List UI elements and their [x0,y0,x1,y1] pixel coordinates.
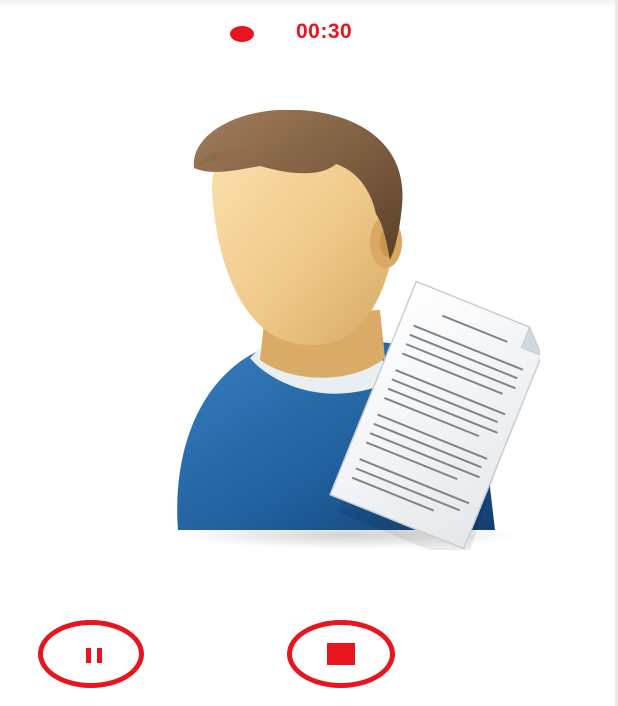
pause-bar-left [86,648,91,663]
recording-timer: 00:30 [296,20,353,43]
window-top-edge [0,0,618,8]
pause-bar-right [97,648,102,663]
stop-icon [327,643,355,665]
pause-button[interactable] [38,620,144,688]
stop-button[interactable] [287,620,395,688]
record-dot-icon [230,26,254,42]
user-with-document-icon [177,110,540,550]
